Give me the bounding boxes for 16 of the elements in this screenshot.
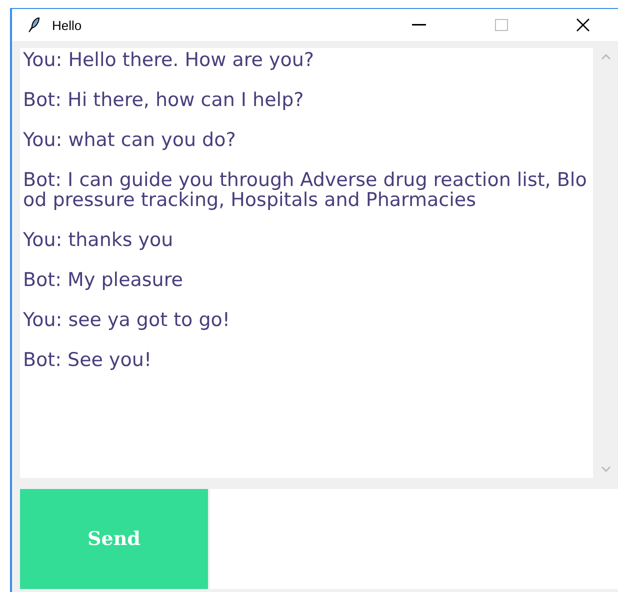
chat-message: Bot: My pleasure [23, 270, 184, 290]
minimize-icon[interactable] [412, 24, 426, 26]
scroll-down-icon[interactable] [600, 466, 610, 472]
chat-message: You: Hello there. How are you? [23, 50, 315, 70]
chat-message: Bot: See you! [23, 350, 153, 370]
chat-message: You: what can you do? [23, 130, 237, 150]
chat-message: Bot: Hi there, how can I help? [23, 90, 305, 110]
feather-icon [28, 17, 40, 33]
maximize-icon[interactable] [494, 19, 508, 31]
window-title: Hello [52, 18, 83, 32]
chat-message: You: see ya got to go! [23, 310, 232, 330]
send-button[interactable]: Send [20, 489, 208, 589]
chat-message: Bot: I can guide you through Adverse drug reaction list, Blood pressure tracking, Hospitals and Pharmacies [23, 170, 587, 210]
close-icon[interactable] [576, 18, 590, 32]
scroll-up-icon[interactable] [600, 54, 610, 60]
chat-message: You: thanks you [23, 230, 174, 250]
